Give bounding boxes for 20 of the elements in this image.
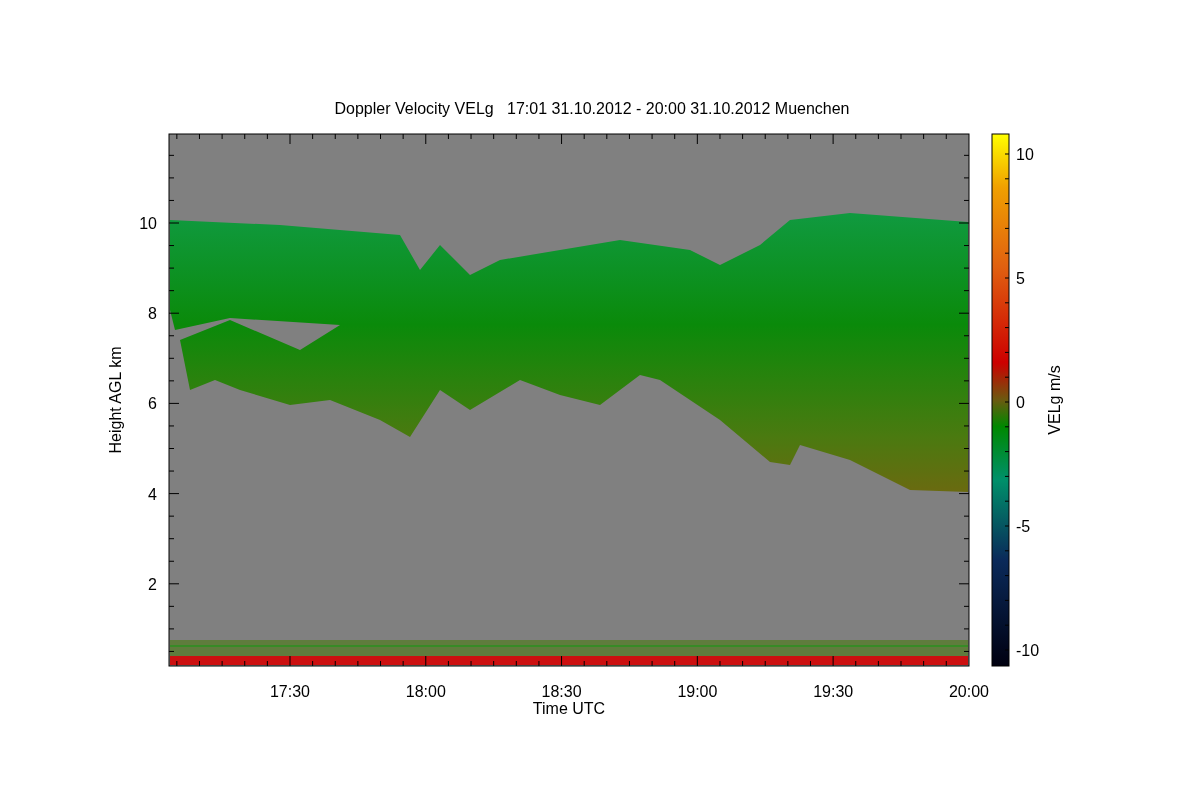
x-tick-label: 18:30	[541, 683, 582, 700]
x-axis-label: Time UTC	[532, 700, 606, 717]
y-tick-label: 4	[148, 485, 157, 503]
x-tick-label: 17:30	[270, 683, 310, 700]
y-tick-label: 6	[148, 395, 157, 413]
colorbar-tick-label: 5	[1016, 270, 1025, 287]
y-axis-label: Height AGL km	[107, 346, 124, 454]
x-tick-label: 18:00	[405, 683, 446, 700]
x-tick-label: 20:00	[949, 683, 989, 700]
y-tick-label: 2	[148, 575, 157, 593]
colorbar-tick-label: -5	[1016, 518, 1031, 535]
x-tick-label: 19:00	[677, 683, 718, 700]
colorbar-tick-label: -10	[1016, 642, 1040, 659]
y-tick-label: 8	[148, 305, 157, 323]
chart-title: Doppler Velocity VELg 17:01 31.10.2012 - 20:00 31.10.2012 Muenchen	[334, 100, 850, 117]
y-tick-label: 10	[139, 215, 157, 232]
x-tick-label: 19:30	[813, 683, 854, 700]
colorbar-tick-label: 0	[1016, 394, 1025, 411]
colorbar-label: VELg m/s	[1046, 365, 1063, 435]
colorbar-tick-label: 10	[1016, 146, 1034, 163]
